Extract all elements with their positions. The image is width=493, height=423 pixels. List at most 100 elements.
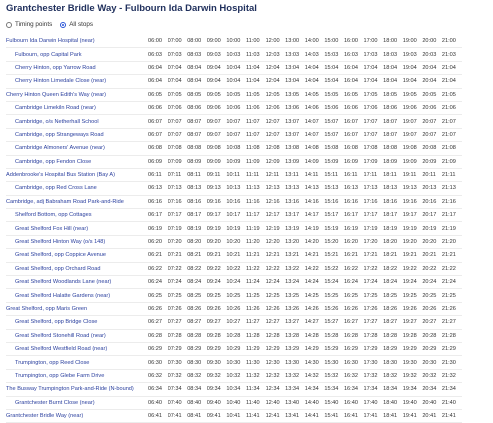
stop-name-link[interactable]: Great Shelford, opp Coppice Avenue: [6, 248, 148, 263]
departure-time: 13:07: [285, 128, 305, 143]
departure-time: 06:28: [148, 329, 168, 343]
stop-name-link[interactable]: Great Shelford Hinton Way (o/s 148): [6, 235, 148, 250]
timing-points-option[interactable]: Timing points: [6, 21, 52, 28]
all-stops-radio[interactable]: [60, 21, 67, 28]
departure-time: 12:34: [265, 382, 286, 397]
departure-time: 16:16: [343, 194, 364, 210]
departure-time: 17:20: [363, 235, 384, 250]
departure-time: 08:07: [187, 128, 207, 143]
departure-time: 12:40: [265, 396, 286, 410]
stop-name-link[interactable]: The Busway Trumpington Park-and-Ride (N-…: [6, 382, 148, 397]
table-row: Cambridge Almoners' Avenue (near) 06:08 07…: [6, 141, 462, 156]
all-stops-option[interactable]: All stops: [60, 21, 93, 28]
departure-time: 12:04: [265, 61, 286, 76]
departure-time: 08:13: [187, 181, 207, 196]
stop-name-link[interactable]: Cambridge, o/s Netherhall School: [6, 114, 148, 129]
stop-name-link[interactable]: Great Shelford, opp Bridge Close: [6, 315, 148, 330]
stop-name-link[interactable]: Cambridge, opp Red Cross Lane: [6, 181, 148, 196]
departure-time: 13:04: [285, 61, 305, 76]
departure-time: 15:27: [324, 315, 344, 330]
departure-time: 07:41: [167, 408, 188, 423]
table-row: Cherry Hinton Limedale Close (near) 06:04…: [6, 74, 462, 89]
departure-time: 14:17: [304, 208, 325, 223]
departure-time: 17:04: [363, 74, 384, 89]
table-row: Cambridge, opp Strangeways Road 06:07 07:0…: [6, 128, 462, 143]
departure-time: 16:20: [343, 235, 364, 250]
stop-name-link[interactable]: Great Shelford Woodlands Lane (near): [6, 275, 148, 290]
departure-time: 20:09: [422, 155, 442, 169]
departure-time: 06:29: [148, 342, 168, 357]
departure-time: 13:16: [285, 194, 305, 210]
departure-time: 08:22: [187, 262, 207, 277]
departure-time: 07:22: [167, 262, 188, 277]
departure-time: 17:21: [363, 248, 384, 263]
departure-time: 13:13: [285, 181, 305, 196]
departure-time: 09:32: [206, 369, 227, 384]
departure-time: 10:07: [226, 128, 246, 143]
stop-name-link[interactable]: Cherry Hinton Limedale Close (near): [6, 74, 148, 89]
departure-time: 11:13: [245, 181, 266, 196]
departure-time: 17:25: [363, 288, 384, 303]
stop-name-link[interactable]: Grantchester Bridle Way (near): [6, 408, 148, 423]
departure-time: 14:32: [304, 369, 325, 384]
stop-name-link[interactable]: Fulbourn, opp Capital Park: [6, 47, 148, 62]
departure-time: 07:07: [167, 114, 188, 129]
departure-time: 06:22: [148, 262, 168, 277]
timing-points-radio[interactable]: [6, 21, 12, 28]
stop-name-link[interactable]: Cherry Hinton Queen Edith's Way (near): [6, 87, 148, 102]
stop-name-link[interactable]: Cambridge Almoners' Avenue (near): [6, 141, 148, 156]
departure-time: 11:25: [245, 288, 266, 303]
departure-time: 17:29: [363, 342, 384, 357]
departure-time: 09:17: [206, 208, 227, 223]
departure-time: 19:11: [402, 167, 423, 183]
departure-time: 13:07: [285, 114, 305, 129]
departure-time: 17:17: [363, 208, 384, 223]
departure-time: 19:28: [402, 329, 423, 343]
departure-time: 18:25: [383, 288, 403, 303]
departure-time: 15:28: [324, 329, 344, 343]
departure-time: 10:04: [226, 61, 246, 76]
departure-time: 11:26: [245, 301, 266, 317]
departure-time: 06:13: [148, 181, 168, 196]
stop-name-link[interactable]: Great Shelford Fox Hill (near): [6, 221, 148, 236]
departure-time: 21:03: [441, 47, 462, 62]
departure-time: 09:21: [206, 248, 227, 263]
departure-time: 08:11: [187, 167, 207, 183]
departure-time: 17:34: [363, 382, 384, 397]
stop-name-link[interactable]: Shelford Bottom, opp Cottages: [6, 208, 148, 223]
stop-name-link[interactable]: Great Shelford Stonehill Road (near): [6, 329, 148, 343]
departure-time: 20:40: [422, 396, 442, 410]
departure-time: 18:07: [383, 114, 403, 129]
stop-name-link[interactable]: Cambridge, opp Fendon Close: [6, 155, 148, 169]
departure-time: 13:17: [285, 208, 305, 223]
departure-time: 15:34: [324, 382, 344, 397]
departure-time: 06:00: [148, 35, 168, 49]
stop-name-link[interactable]: Cambridge, opp Strangeways Road: [6, 128, 148, 143]
departure-time: 14:27: [304, 315, 325, 330]
departure-time: 07:03: [167, 47, 188, 62]
stop-name-link[interactable]: Trumpington, opp Reed Close: [6, 355, 148, 370]
stop-name-link[interactable]: Great Shelford, opp Maris Green: [6, 301, 148, 317]
stop-name-link[interactable]: Grantchester Burnt Close (near): [6, 396, 148, 410]
stop-name-link[interactable]: Cambridge, adj Babraham Road Park-and-Ri…: [6, 194, 148, 210]
departure-time: 12:26: [265, 301, 286, 317]
departure-time: 14:03: [304, 47, 325, 62]
departure-time: 21:09: [441, 155, 462, 169]
table-row: Grantchester Bridle Way (near) 06:41 07:41…: [6, 408, 462, 423]
departure-time: 07:04: [167, 74, 188, 89]
departure-time: 07:07: [167, 128, 188, 143]
stop-name-link[interactable]: Great Shelford, opp Orchard Road: [6, 262, 148, 277]
departure-time: 12:13: [265, 181, 286, 196]
stop-name-link[interactable]: Great Shelford Westfield Road (near): [6, 342, 148, 357]
stop-name-link[interactable]: Cambridge Limekiln Road (near): [6, 101, 148, 116]
stop-name-link[interactable]: Addenbrooke's Hospital Bus Station (Bay …: [6, 167, 148, 183]
departure-time: 06:16: [148, 194, 168, 210]
departure-time: 18:19: [383, 221, 403, 236]
departure-time: 11:08: [245, 141, 266, 156]
stop-name-link[interactable]: Fulbourn Ida Darwin Hospital (near): [6, 35, 148, 49]
departure-time: 19:09: [402, 155, 423, 169]
departure-time: 18:07: [383, 128, 403, 143]
stop-name-link[interactable]: Great Shelford Halatte Gardens (near): [6, 288, 148, 303]
stop-name-link[interactable]: Cherry Hinton, opp Yarrow Road: [6, 61, 148, 76]
stop-name-link[interactable]: Trumpington, opp Glebe Farm Drive: [6, 369, 148, 384]
